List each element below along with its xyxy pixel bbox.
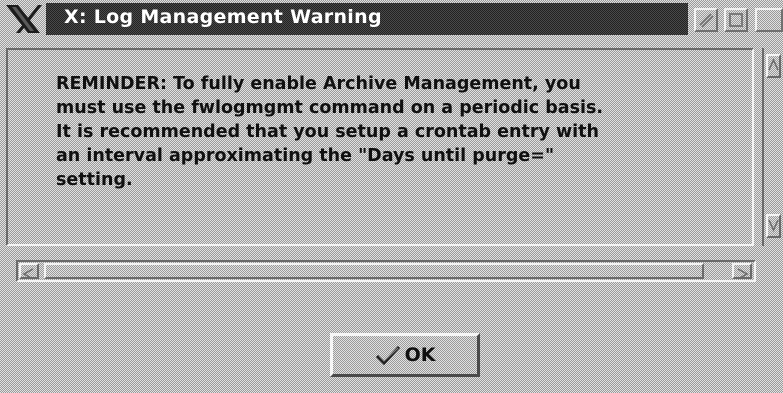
minimize-icon <box>699 13 714 28</box>
title-bar[interactable]: X: Log Management Warning <box>0 0 783 38</box>
up-arrow-icon <box>768 58 779 71</box>
horizontal-scrollbar[interactable] <box>16 260 756 282</box>
ok-button[interactable]: OK <box>330 333 480 377</box>
message-text: REMINDER: To fully enable Archive Manage… <box>56 74 604 190</box>
maximize-button[interactable] <box>724 8 748 32</box>
scroll-right-button[interactable] <box>732 263 752 280</box>
maximize-icon <box>729 13 743 27</box>
scroll-left-button[interactable] <box>19 263 39 280</box>
down-arrow-icon <box>768 219 779 232</box>
right-arrow-icon <box>737 268 749 280</box>
title-band: X: Log Management Warning <box>46 3 688 35</box>
vertical-scrollbar[interactable] <box>762 48 783 246</box>
x-logo-icon[interactable] <box>4 3 42 35</box>
scroll-thumb[interactable] <box>44 263 704 279</box>
ok-label: OK <box>404 344 436 366</box>
scroll-down-button[interactable] <box>766 214 781 238</box>
scroll-up-button[interactable] <box>766 54 781 78</box>
window-title: X: Log Management Warning <box>64 6 382 28</box>
checkmark-icon <box>375 345 400 366</box>
minimize-button[interactable] <box>694 8 718 32</box>
left-arrow-icon <box>22 268 34 280</box>
window-menu-button[interactable] <box>755 8 783 32</box>
